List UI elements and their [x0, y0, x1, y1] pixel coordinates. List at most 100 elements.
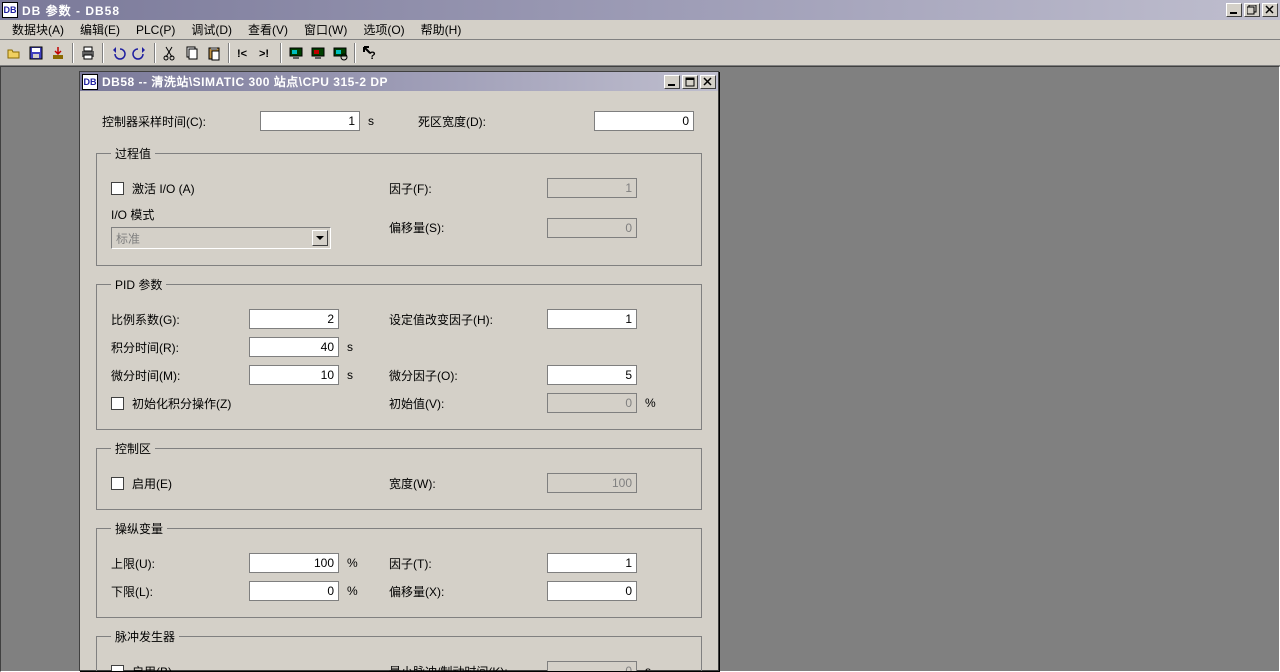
lo-limit-input[interactable]	[249, 581, 339, 601]
monitor-icon[interactable]	[286, 43, 306, 63]
lo-limit-label: 下限(L):	[111, 583, 241, 600]
toolbar-separator	[102, 43, 104, 63]
pulse-gen-legend: 脉冲发生器	[111, 628, 179, 645]
toolbar-separator	[228, 43, 230, 63]
init-value-unit: %	[645, 396, 659, 410]
min-pulse-unit: s	[645, 664, 659, 671]
td-label: 微分时间(M):	[111, 367, 241, 384]
open-icon[interactable]	[4, 43, 24, 63]
cut-icon[interactable]	[160, 43, 180, 63]
pulse-enable-checkbox[interactable]	[111, 665, 124, 672]
manip-factor-input[interactable]	[547, 553, 637, 573]
init-integral-label: 初始化积分操作(Z)	[132, 395, 231, 412]
toolbar-separator	[154, 43, 156, 63]
menu-debug[interactable]: 调试(D)	[183, 19, 240, 40]
toolbar-separator	[354, 43, 356, 63]
hi-limit-unit: %	[347, 556, 361, 570]
activate-io-checkbox[interactable]	[111, 182, 124, 195]
menu-options[interactable]: 选项(O)	[355, 19, 412, 40]
ti-label: 积分时间(R):	[111, 339, 241, 356]
deadband-input[interactable]	[594, 111, 694, 131]
child-title-bar: DB DB58 -- 清洗站\SIMATIC 300 站点\CPU 315-2 …	[80, 72, 718, 91]
mdi-workspace: DB DB58 -- 清洗站\SIMATIC 300 站点\CPU 315-2 …	[0, 66, 1280, 672]
paste-icon[interactable]	[204, 43, 224, 63]
monitor-status-icon[interactable]	[330, 43, 350, 63]
minimize-button[interactable]	[1226, 3, 1242, 17]
download-icon[interactable]	[48, 43, 68, 63]
io-mode-select: 标准	[111, 227, 331, 249]
manip-factor-label: 因子(T):	[389, 555, 539, 572]
manip-var-legend: 操纵变量	[111, 520, 167, 537]
offset-input	[547, 218, 637, 238]
td-input[interactable]	[249, 365, 339, 385]
manip-var-group: 操纵变量 上限(U): % 因子(T): 下限(L):	[96, 520, 702, 618]
min-pulse-input	[547, 661, 637, 671]
sample-time-unit: s	[368, 114, 382, 128]
main-title-bar: DB DB 参数 - DB58	[0, 0, 1280, 20]
ti-unit: s	[347, 340, 361, 354]
menu-view[interactable]: 查看(V)	[240, 19, 296, 40]
ctrl-zone-enable-checkbox[interactable]	[111, 477, 124, 490]
menu-window[interactable]: 窗口(W)	[296, 19, 355, 40]
main-title: DB 参数 - DB58	[22, 2, 1226, 19]
save-icon[interactable]	[26, 43, 46, 63]
copy-icon[interactable]	[182, 43, 202, 63]
sample-time-input[interactable]	[260, 111, 360, 131]
child-close-button[interactable]	[700, 75, 716, 89]
deadband-label: 死区宽度(D):	[418, 113, 528, 130]
child-minimize-button[interactable]	[664, 75, 680, 89]
menu-help[interactable]: 帮助(H)	[413, 19, 470, 40]
init-value-label: 初始值(V):	[389, 395, 539, 412]
toolbar: !< >! ?	[0, 40, 1280, 66]
ti-input[interactable]	[249, 337, 339, 357]
toolbar-separator	[72, 43, 74, 63]
factor-label: 因子(F):	[389, 180, 539, 197]
menu-edit[interactable]: 编辑(E)	[72, 19, 128, 40]
child-maximize-button[interactable]	[682, 75, 698, 89]
chevron-down-icon	[312, 230, 328, 246]
pulse-gen-group: 脉冲发生器 启用(B) 最小脉冲/制动时间(K): s	[96, 628, 702, 671]
svg-text:!<: !<	[237, 48, 247, 60]
gain-input[interactable]	[249, 309, 339, 329]
sp-change-factor-label: 设定值改变因子(H):	[389, 311, 539, 328]
init-value-input	[547, 393, 637, 413]
pid-legend: PID 参数	[111, 276, 166, 293]
sample-time-label: 控制器采样时间(C):	[102, 113, 252, 130]
child-icon: DB	[82, 74, 98, 90]
io-mode-label: I/O 模式	[111, 206, 241, 223]
svg-text:>!: >!	[259, 48, 269, 60]
activate-io-label: 激活 I/O (A)	[132, 180, 195, 197]
goto-end-icon[interactable]: >!	[256, 43, 276, 63]
menu-plc[interactable]: PLC(P)	[128, 21, 183, 39]
monitor-force-icon[interactable]	[308, 43, 328, 63]
hi-limit-input[interactable]	[249, 553, 339, 573]
toolbar-separator	[280, 43, 282, 63]
td-unit: s	[347, 368, 361, 382]
undo-icon[interactable]	[108, 43, 128, 63]
child-body: 控制器采样时间(C): s 死区宽度(D): 过程值 激活 I/O (A)	[80, 91, 718, 671]
init-integral-checkbox[interactable]	[111, 397, 124, 410]
child-title: DB58 -- 清洗站\SIMATIC 300 站点\CPU 315-2 DP	[102, 73, 664, 90]
goto-start-icon[interactable]: !<	[234, 43, 254, 63]
manip-offset-label: 偏移量(X):	[389, 583, 539, 600]
close-button[interactable]	[1262, 3, 1278, 17]
min-pulse-label: 最小脉冲/制动时间(K):	[389, 663, 539, 672]
ctrl-zone-width-input	[547, 473, 637, 493]
help-context-icon[interactable]: ?	[360, 43, 380, 63]
pid-group: PID 参数 比例系数(G): 设定值改变因子(H): 积分时间(R):	[96, 276, 702, 430]
print-icon[interactable]	[78, 43, 98, 63]
process-value-legend: 过程值	[111, 145, 155, 162]
pulse-enable-label: 启用(B)	[132, 663, 172, 672]
redo-icon[interactable]	[130, 43, 150, 63]
control-zone-legend: 控制区	[111, 440, 155, 457]
manip-offset-input[interactable]	[547, 581, 637, 601]
control-zone-group: 控制区 启用(E) 宽度(W):	[96, 440, 702, 510]
svg-text:?: ?	[369, 50, 376, 61]
restore-button[interactable]	[1244, 3, 1260, 17]
app-icon: DB	[2, 2, 18, 18]
deriv-factor-input[interactable]	[547, 365, 637, 385]
sp-change-factor-input[interactable]	[547, 309, 637, 329]
gain-label: 比例系数(G):	[111, 311, 241, 328]
process-value-group: 过程值 激活 I/O (A) 因子(F): I/O 模式	[96, 145, 702, 266]
menu-data-block[interactable]: 数据块(A)	[4, 19, 72, 40]
